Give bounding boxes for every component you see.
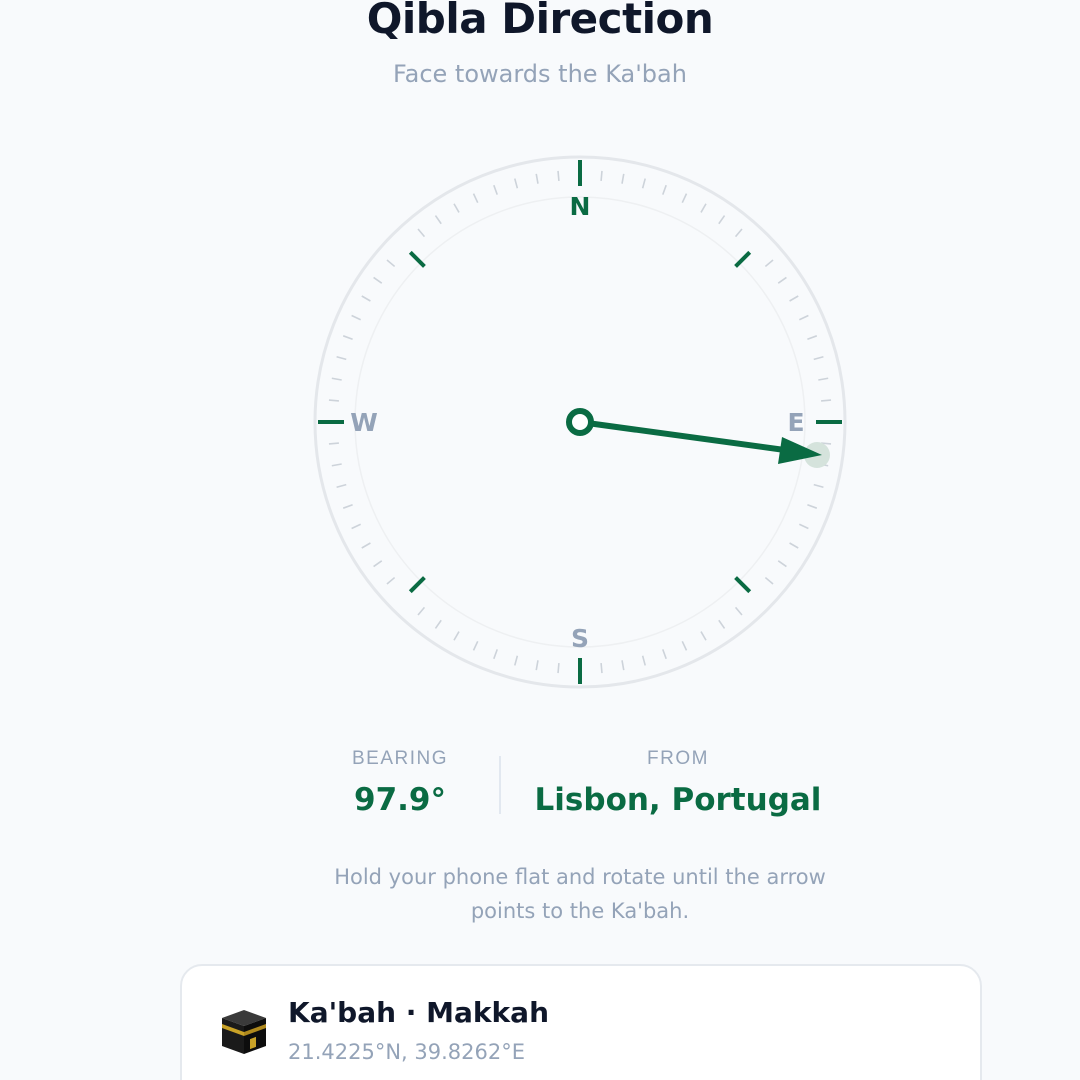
compass-center-pivot bbox=[566, 408, 594, 436]
qibla-screen: Qibla Direction Face towards the Ka'bah … bbox=[0, 0, 1080, 1080]
cardinal-south: S bbox=[571, 624, 589, 653]
cardinal-north: N bbox=[570, 192, 591, 221]
card-title: Ka'bah · Makkah bbox=[288, 996, 549, 1029]
page-title: Qibla Direction bbox=[366, 0, 714, 43]
minor-tick bbox=[328, 399, 339, 402]
cardinal-west: W bbox=[350, 408, 378, 437]
cardinal-east: E bbox=[787, 408, 804, 437]
bearing-value: 97.9° bbox=[354, 782, 446, 818]
qibla-stats: BEARING 97.9° FROM Lisbon, Portugal bbox=[0, 748, 1080, 828]
minor-tick bbox=[600, 663, 603, 674]
kaabah-info-card[interactable]: Ka'bah · Makkah 21.4225°N, 39.8262°E bbox=[180, 964, 982, 1080]
bearing-stat: BEARING 97.9° bbox=[300, 748, 500, 818]
location-value: Lisbon, Portugal bbox=[534, 782, 822, 818]
minor-tick bbox=[557, 170, 560, 181]
stats-divider bbox=[499, 756, 501, 814]
card-coordinates: 21.4225°N, 39.8262°E bbox=[288, 1040, 526, 1064]
location-label: FROM bbox=[647, 748, 709, 769]
location-stat: FROM Lisbon, Portugal bbox=[520, 748, 836, 818]
minor-tick bbox=[821, 399, 832, 402]
minor-tick bbox=[328, 442, 339, 445]
qibla-compass[interactable]: N E S W bbox=[310, 152, 850, 692]
bearing-label: BEARING bbox=[351, 748, 449, 769]
page-subtitle: Face towards the Ka'bah bbox=[393, 60, 687, 88]
kaabah-icon bbox=[222, 1010, 266, 1054]
minor-tick bbox=[600, 170, 603, 181]
minor-tick bbox=[557, 663, 560, 674]
instruction-text: Hold your phone flat and rotate until th… bbox=[334, 865, 826, 923]
